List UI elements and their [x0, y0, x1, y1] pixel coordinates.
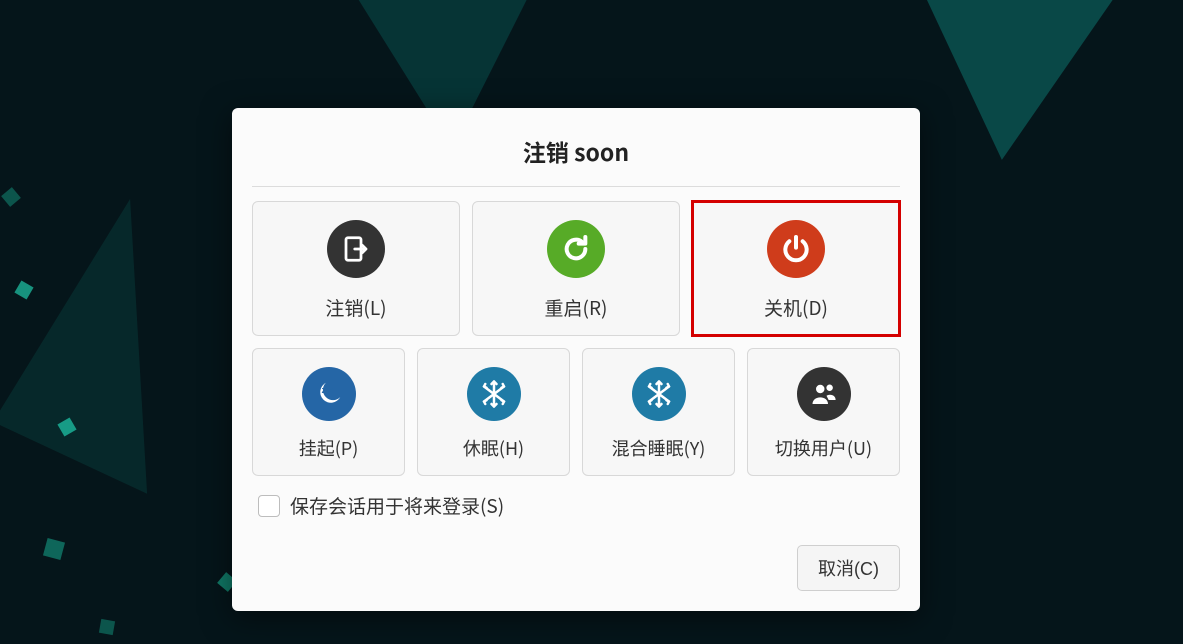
snowflake-icon [632, 367, 686, 421]
shutdown-label: 关机(D) [764, 294, 828, 321]
checkbox-box [258, 495, 280, 517]
users-icon [797, 367, 851, 421]
power-icon [767, 220, 825, 278]
cancel-button[interactable]: 取消(C) [797, 545, 900, 591]
hibernate-button[interactable]: 休眠(H) [417, 348, 570, 476]
hybrid-sleep-button[interactable]: 混合睡眠(Y) [582, 348, 735, 476]
restart-icon [547, 220, 605, 278]
restart-label: 重启(R) [545, 294, 608, 321]
shutdown-button[interactable]: 关机(D) [692, 201, 900, 336]
switch-user-button[interactable]: 切换用户(U) [747, 348, 900, 476]
restart-button[interactable]: 重启(R) [472, 201, 680, 336]
save-session-label: 保存会话用于将来登录(S) [290, 492, 504, 519]
logout-button[interactable]: 注销(L) [252, 201, 460, 336]
dialog-title: 注销 soon [252, 126, 900, 186]
snowflake-icon [467, 367, 521, 421]
switch-user-label: 切换用户(U) [775, 435, 872, 461]
dialog-footer: 取消(C) [252, 545, 900, 591]
divider [252, 186, 900, 187]
save-session-checkbox[interactable]: 保存会话用于将来登录(S) [258, 492, 900, 519]
power-options-row-1: 注销(L) 重启(R) 关机(D) [252, 201, 900, 336]
logout-dialog: 注销 soon 注销(L) 重启(R) [232, 108, 920, 611]
suspend-label: 挂起(P) [299, 435, 359, 461]
hybrid-sleep-label: 混合睡眠(Y) [612, 435, 706, 461]
hibernate-label: 休眠(H) [463, 435, 524, 461]
svg-text:z z: z z [321, 383, 332, 396]
moon-icon: z z [302, 367, 356, 421]
logout-label: 注销(L) [325, 294, 386, 321]
power-options-row-2: z z 挂起(P) 休眠(H) 混合睡眠(Y) [252, 348, 900, 476]
logout-icon [327, 220, 385, 278]
suspend-button[interactable]: z z 挂起(P) [252, 348, 405, 476]
